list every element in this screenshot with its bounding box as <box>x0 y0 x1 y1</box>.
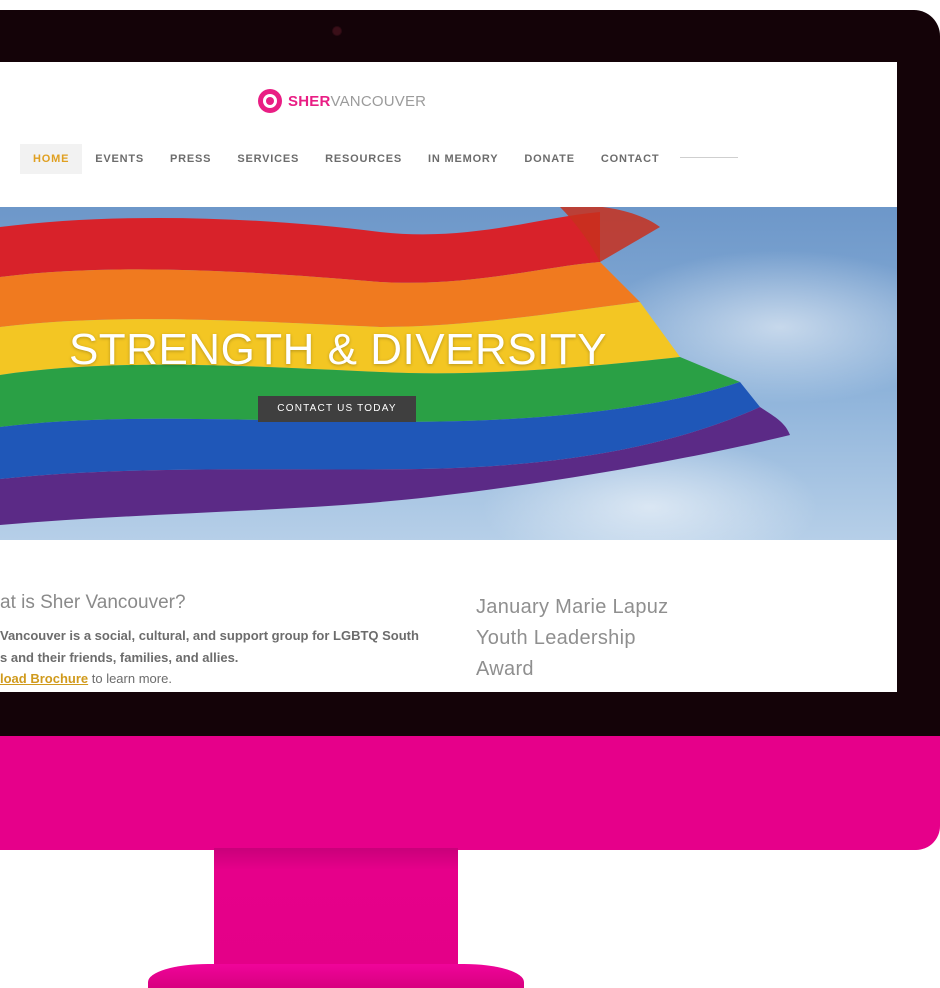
monitor-stand-base <box>148 964 524 988</box>
logo-light-text: VANCOUVER <box>330 92 427 110</box>
hero-banner: STRENGTH & DIVERSITY CONTACT US TODAY <box>0 207 897 540</box>
award-title-line2: Youth Leadership <box>476 627 636 649</box>
award-title-line1: January Marie Lapuz <box>476 596 669 618</box>
nav-donate[interactable]: DONATE <box>511 144 587 174</box>
nav-services[interactable]: SERVICES <box>224 144 312 174</box>
main-nav: HOME EVENTS PRESS SERVICES RESOURCES IN … <box>20 144 672 174</box>
contact-us-button[interactable]: CONTACT US TODAY <box>258 396 416 422</box>
monitor-chin <box>0 736 940 850</box>
about-description-line1: Vancouver is a social, cultural, and sup… <box>0 628 419 643</box>
nav-contact[interactable]: CONTACT <box>588 144 673 174</box>
nav-divider <box>680 157 738 158</box>
webcam-icon <box>333 27 341 35</box>
about-description: Vancouver is a social, cultural, and sup… <box>0 625 455 669</box>
about-title: at is Sher Vancouver? <box>0 592 186 613</box>
brochure-line: load Brochure to learn more. <box>0 669 455 689</box>
hero-title: STRENGTH & DIVERSITY <box>68 325 608 374</box>
nav-in-memory[interactable]: IN MEMORY <box>415 144 511 174</box>
about-description-line2: s and their friends, families, and allie… <box>0 650 239 665</box>
about-section: at is Sher Vancouver? Vancouver is a soc… <box>0 592 455 689</box>
logo-strong-text: SHER <box>288 92 331 110</box>
nav-events[interactable]: EVENTS <box>82 144 157 174</box>
download-brochure-link[interactable]: load Brochure <box>0 671 88 686</box>
nav-resources[interactable]: RESOURCES <box>312 144 415 174</box>
brochure-suffix: to learn more. <box>88 671 172 686</box>
lion-logo-icon <box>258 89 282 113</box>
logo-text: SHERVANCOUVER <box>288 93 426 110</box>
monitor-stand-neck <box>214 848 458 970</box>
award-title-line3: Award <box>476 658 534 680</box>
site-logo[interactable]: SHERVANCOUVER <box>258 88 426 114</box>
award-title: January Marie Lapuz Youth Leadership Awa… <box>476 592 716 685</box>
screen: SHERVANCOUVER HOME EVENTS PRESS SERVICES… <box>0 62 897 692</box>
nav-home[interactable]: HOME <box>20 144 83 174</box>
nav-press[interactable]: PRESS <box>157 144 224 174</box>
